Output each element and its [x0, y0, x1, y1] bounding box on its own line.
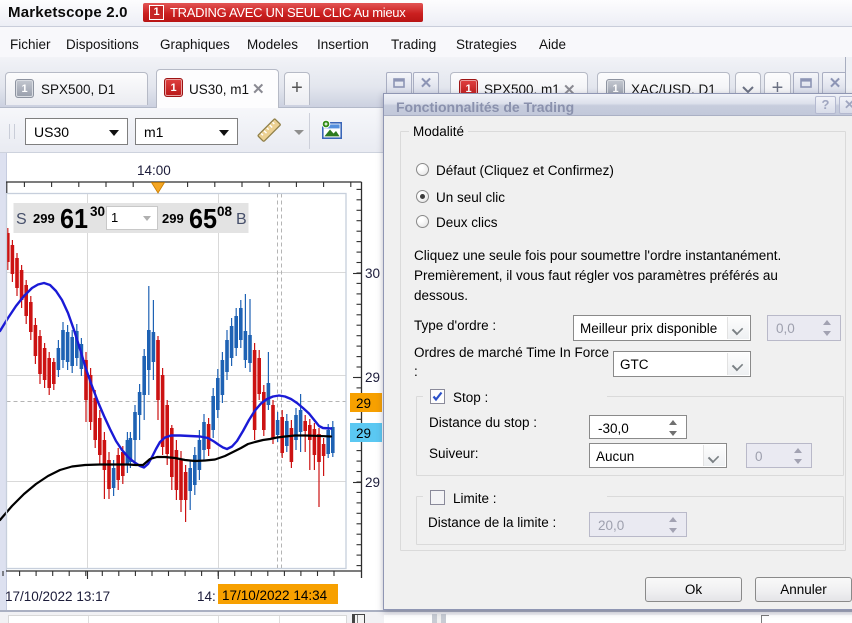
svg-text:29: 29	[356, 426, 371, 441]
svg-text:61: 61	[60, 203, 88, 234]
svg-text:299: 299	[162, 211, 184, 226]
svg-text:17/10/2022 13:17: 17/10/2022 13:17	[5, 589, 110, 604]
svg-text:14:00: 14:00	[137, 163, 171, 178]
svg-text:08: 08	[217, 204, 233, 219]
svg-text:29: 29	[356, 396, 371, 411]
svg-text:B: B	[236, 211, 247, 228]
svg-text:17/10/2022 14:34: 17/10/2022 14:34	[222, 588, 328, 603]
svg-text:S: S	[16, 211, 27, 228]
svg-text:14:: 14:	[197, 589, 216, 604]
svg-text:1: 1	[111, 210, 118, 225]
svg-text:30: 30	[365, 266, 380, 281]
svg-text:65: 65	[189, 203, 217, 234]
svg-text:29: 29	[365, 475, 380, 490]
svg-text:30: 30	[90, 204, 105, 219]
svg-text:29: 29	[365, 370, 380, 385]
svg-text:299: 299	[33, 211, 55, 226]
